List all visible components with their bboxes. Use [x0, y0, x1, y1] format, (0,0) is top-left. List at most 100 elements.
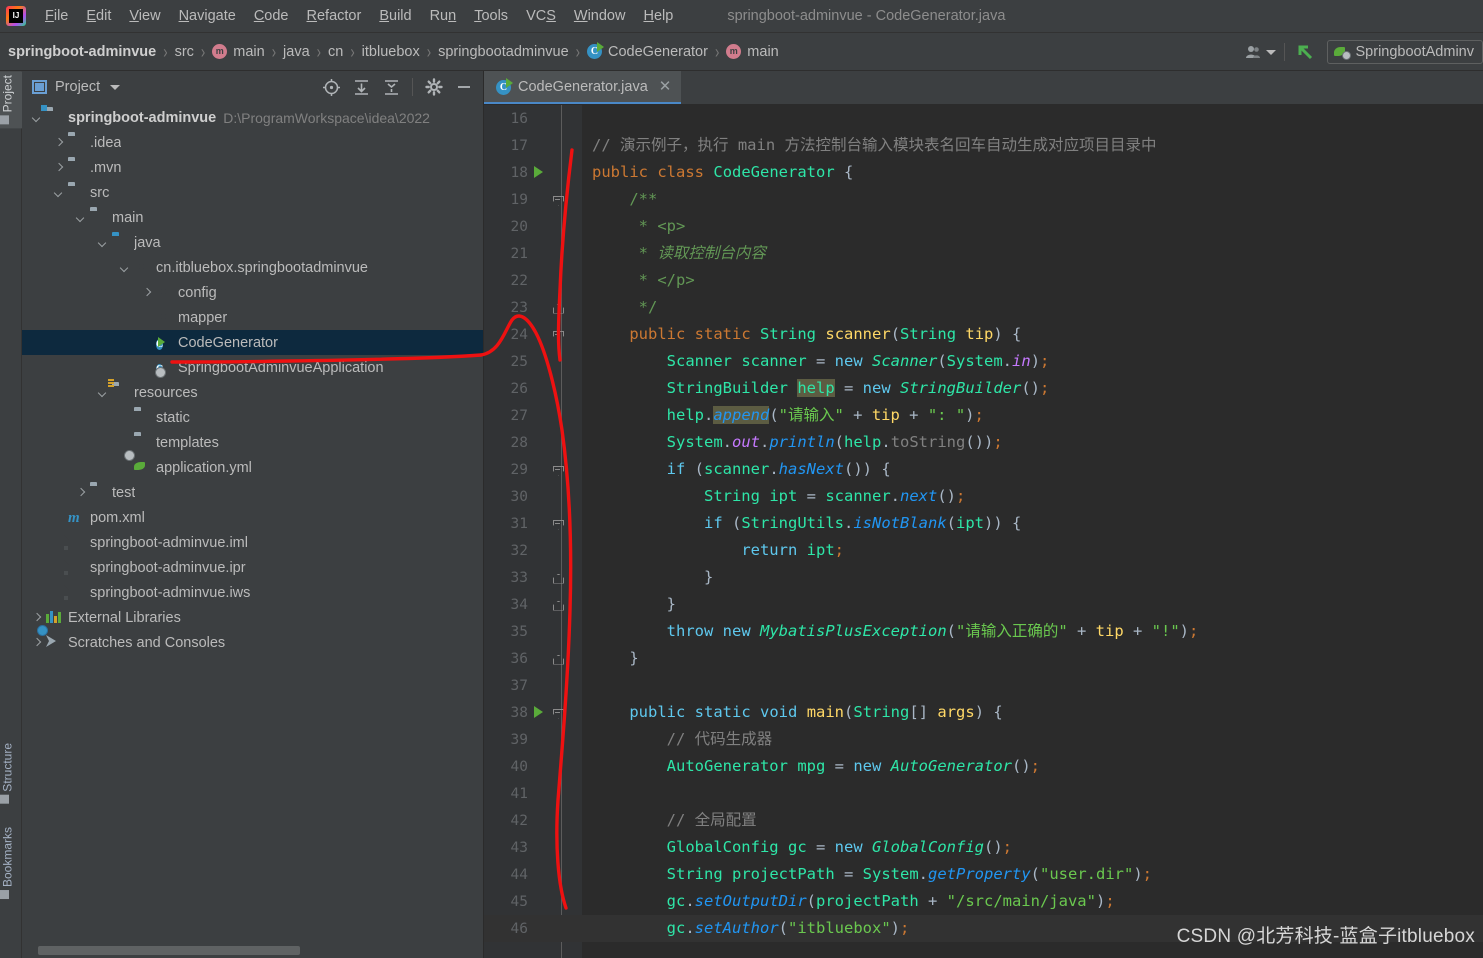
chevron-right-icon[interactable] — [74, 486, 88, 500]
project-tree[interactable]: springboot-adminvue D:\ProgramWorkspace\i… — [22, 103, 483, 942]
tree-node-mapper[interactable]: mapper — [22, 305, 483, 330]
breadcrumb-item-main[interactable]: m main — [212, 44, 265, 60]
gutter-row[interactable]: 20 — [484, 213, 582, 240]
gutter-row[interactable]: 28 — [484, 429, 582, 456]
gutter-row[interactable]: 21 — [484, 240, 582, 267]
chevron-down-icon[interactable] — [30, 111, 44, 125]
run-gutter-icon[interactable] — [530, 704, 547, 722]
menu-item-view[interactable]: View — [120, 4, 169, 28]
gutter-row[interactable]: 36 — [484, 645, 582, 672]
gutter-row[interactable]: 18 — [484, 159, 582, 186]
tree-node-springboot-adminvue-iml[interactable]: springboot-adminvue.iml — [22, 530, 483, 555]
breadcrumb-item-cn[interactable]: cn — [328, 44, 343, 60]
menu-item-build[interactable]: Build — [370, 4, 420, 28]
fold-collapse-icon[interactable] — [547, 704, 569, 722]
collapse-all-icon[interactable] — [376, 72, 406, 102]
breadcrumb-item-springbootadminvue[interactable]: springbootadminvue — [438, 44, 569, 60]
chevron-down-icon[interactable] — [96, 386, 110, 400]
tree-node-codegenerator[interactable]: C CodeGenerator — [22, 330, 483, 355]
gutter-row[interactable]: 30 — [484, 483, 582, 510]
gutter-row[interactable]: 41 — [484, 780, 582, 807]
gutter-row[interactable]: 23 — [484, 294, 582, 321]
gutter-row[interactable]: 27 — [484, 402, 582, 429]
vcs-update-arrow-icon[interactable] — [1291, 37, 1321, 67]
gutter-row[interactable]: 40 — [484, 753, 582, 780]
gutter-row[interactable]: 39 — [484, 726, 582, 753]
gutter-row[interactable]: 35 — [484, 618, 582, 645]
fold-collapse-icon[interactable] — [547, 326, 569, 344]
chevron-down-icon[interactable] — [1265, 49, 1276, 55]
tree-node-java[interactable]: java — [22, 230, 483, 255]
gutter-row[interactable]: 25 — [484, 348, 582, 375]
gutter-row[interactable]: 46 — [484, 915, 582, 942]
gutter-row[interactable]: 31 — [484, 510, 582, 537]
tree-node-springbootadminvueapplication[interactable]: C SpringbootAdminvueApplication — [22, 355, 483, 380]
settings-gear-icon[interactable] — [419, 72, 449, 102]
gutter-row[interactable]: 16 — [484, 105, 582, 132]
gutter-row[interactable]: 29 — [484, 456, 582, 483]
tab-codegenerator-java[interactable]: C CodeGenerator.java ✕ — [484, 71, 682, 104]
scrollbar-thumb[interactable] — [38, 946, 300, 955]
tree-node-springboot-adminvue-ipr[interactable]: springboot-adminvue.ipr — [22, 555, 483, 580]
menu-item-tools[interactable]: Tools — [465, 4, 517, 28]
code-editor[interactable]: 16 17 18 19 20 21 22 23 24 25 26 27 28 29 30 31 32 33 34 35… — [484, 105, 1483, 958]
sidebar-item-structure[interactable]: Structure — [0, 739, 22, 808]
tree-node-springboot-adminvue-iws[interactable]: springboot-adminvue.iws — [22, 580, 483, 605]
tree-node-src[interactable]: src — [22, 180, 483, 205]
gutter-row[interactable]: 34 — [484, 591, 582, 618]
chevron-down-icon[interactable] — [52, 186, 66, 200]
menu-item-window[interactable]: Window — [565, 4, 635, 28]
tree-node-test[interactable]: test — [22, 480, 483, 505]
chevron-down-icon[interactable] — [118, 261, 132, 275]
gutter-row[interactable]: 38 — [484, 699, 582, 726]
tree-node-cn-itbluebox-springbootadminvue[interactable]: cn.itbluebox.springbootadminvue — [22, 255, 483, 280]
breadcrumb-item-itbluebox[interactable]: itbluebox — [362, 44, 420, 60]
chevron-right-icon[interactable] — [52, 136, 66, 150]
fold-end-icon[interactable] — [547, 299, 569, 317]
fold-collapse-icon[interactable] — [547, 515, 569, 533]
tree-node-templates[interactable]: templates — [22, 430, 483, 455]
chevron-right-icon[interactable] — [30, 636, 44, 650]
sidebar-item-project[interactable]: Project — [0, 71, 22, 129]
tree-node--idea[interactable]: .idea — [22, 130, 483, 155]
gutter-row[interactable]: 17 — [484, 132, 582, 159]
tree-node-main[interactable]: main — [22, 205, 483, 230]
tree-node-config[interactable]: config — [22, 280, 483, 305]
chevron-down-icon[interactable] — [96, 236, 110, 250]
fold-end-icon[interactable] — [547, 569, 569, 587]
chevron-right-icon[interactable] — [30, 611, 44, 625]
menu-item-help[interactable]: Help — [634, 4, 682, 28]
project-horizontal-scrollbar[interactable] — [22, 942, 483, 958]
tree-node-static[interactable]: static — [22, 405, 483, 430]
select-opened-file-icon[interactable] — [316, 72, 346, 102]
menu-item-code[interactable]: Code — [245, 4, 298, 28]
gutter-row[interactable]: 43 — [484, 834, 582, 861]
expand-all-icon[interactable] — [346, 72, 376, 102]
tree-node-scratches-and-consoles[interactable]: Scratches and Consoles — [22, 630, 483, 655]
sidebar-item-bookmarks[interactable]: Bookmarks — [0, 823, 22, 903]
gutter-row[interactable]: 42 — [484, 807, 582, 834]
menu-item-run[interactable]: Run — [421, 4, 466, 28]
close-icon[interactable]: ✕ — [659, 79, 672, 94]
gutter-row[interactable]: 37 — [484, 672, 582, 699]
gutter-row[interactable]: 22 — [484, 267, 582, 294]
tree-node-springboot-adminvue[interactable]: springboot-adminvue D:\ProgramWorkspace\i… — [22, 105, 483, 130]
menu-item-file[interactable]: File — [36, 4, 77, 28]
menu-item-refactor[interactable]: Refactor — [298, 4, 371, 28]
gutter-row[interactable]: 45 — [484, 888, 582, 915]
breadcrumb-item-codegenerator[interactable]: C CodeGenerator — [587, 42, 708, 60]
run-configuration-selector[interactable]: SpringbootAdminv — [1326, 40, 1483, 64]
menu-item-vcs[interactable]: VCS — [517, 4, 565, 28]
tree-node-external-libraries[interactable]: External Libraries — [22, 605, 483, 630]
gutter-row[interactable]: 44 — [484, 861, 582, 888]
tree-node-application-yml[interactable]: application.yml — [22, 455, 483, 480]
breadcrumb-item-src[interactable]: src — [175, 44, 194, 60]
menu-item-edit[interactable]: Edit — [77, 4, 120, 28]
chevron-right-icon[interactable] — [52, 161, 66, 175]
tree-node--mvn[interactable]: .mvn — [22, 155, 483, 180]
gutter-row[interactable]: 19 — [484, 186, 582, 213]
gutter-row[interactable]: 26 — [484, 375, 582, 402]
gutter-row[interactable]: 24 — [484, 321, 582, 348]
fold-end-icon[interactable] — [547, 596, 569, 614]
gutter-row[interactable]: 32 — [484, 537, 582, 564]
